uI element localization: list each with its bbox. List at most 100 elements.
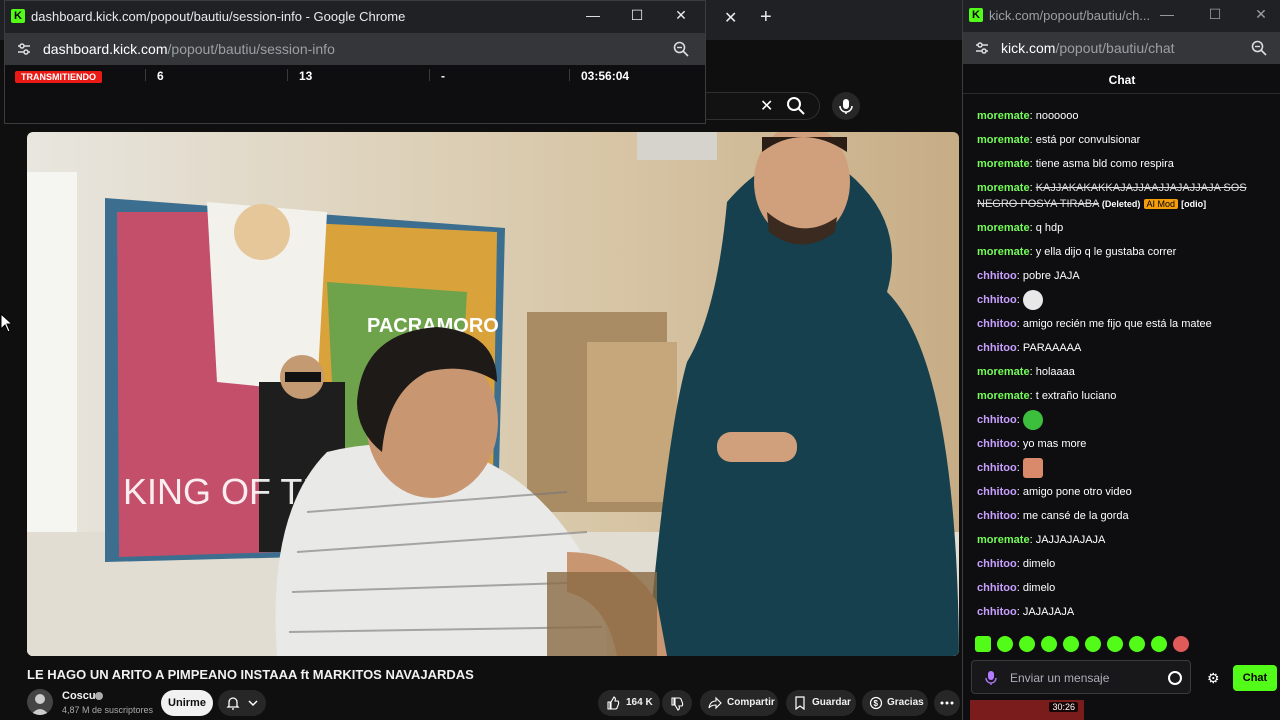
dislike-button[interactable] xyxy=(662,690,692,716)
close-icon[interactable]: ✕ xyxy=(1251,6,1271,26)
save-label: Guardar xyxy=(812,697,851,708)
notifications-button[interactable] xyxy=(218,690,266,716)
share-button[interactable]: Compartir xyxy=(700,690,778,716)
verified-icon xyxy=(95,692,103,700)
like-button[interactable]: 164 K xyxy=(598,690,660,716)
emote-icon[interactable] xyxy=(1129,636,1145,652)
zoom-icon[interactable] xyxy=(1251,40,1267,56)
new-tab-icon[interactable]: + xyxy=(760,6,776,30)
emoji-picker-icon[interactable] xyxy=(1168,671,1182,685)
chat-message: moremate: tiene asma bld como respira xyxy=(977,158,1174,170)
chat-username[interactable]: moremate xyxy=(977,246,1030,258)
close-icon[interactable]: ✕ xyxy=(671,7,691,27)
chat-username[interactable]: chhitoo xyxy=(977,486,1017,498)
avatar[interactable] xyxy=(27,689,53,715)
svg-text:$: $ xyxy=(874,699,879,708)
search-icon[interactable] xyxy=(786,96,812,116)
emote-icon[interactable] xyxy=(975,636,991,652)
zoom-icon[interactable] xyxy=(673,41,689,57)
chat-text: está por convulsionar xyxy=(1035,134,1141,146)
chat-message: chhitoo: PARAAAAA xyxy=(977,342,1082,354)
chat-text: yo mas more xyxy=(1022,438,1087,450)
chat-message: moremate: noooooo xyxy=(977,110,1079,122)
chat-settings-icon[interactable]: ⚙ xyxy=(1207,670,1221,686)
chat-message: moremate: y ella dijo q le gustaba corre… xyxy=(977,246,1177,258)
chat-username[interactable]: chhitoo xyxy=(977,414,1017,426)
chat-message: chhitoo: xyxy=(977,410,1267,430)
chat-username[interactable]: chhitoo xyxy=(977,438,1017,450)
channel-name[interactable]: Coscu xyxy=(62,690,96,702)
more-actions-button[interactable] xyxy=(934,690,960,716)
chat-message: moremate: JAJJAJAJAJA xyxy=(977,534,1106,546)
ai-mod-badge: AI Mod xyxy=(1143,199,1179,209)
emote-icon[interactable] xyxy=(1041,636,1057,652)
chat-text: noooooo xyxy=(1035,110,1079,122)
share-icon xyxy=(708,696,722,710)
chat-username[interactable]: moremate xyxy=(977,390,1030,402)
chat-message: chhitoo: xyxy=(977,458,1267,478)
send-chat-button[interactable]: Chat xyxy=(1233,665,1277,691)
chat-username[interactable]: chhitoo xyxy=(977,342,1017,354)
next-video-thumbnail[interactable]: 30:26 xyxy=(970,700,1084,720)
chat-message-input[interactable]: Enviar un mensaje xyxy=(971,660,1191,694)
emote-icon[interactable] xyxy=(1173,636,1189,652)
chat-username[interactable]: chhitoo xyxy=(977,462,1017,474)
stream-duration: 03:56:04 xyxy=(581,69,630,83)
chat-message-list[interactable]: moremate: noooooo moremate: está por con… xyxy=(977,96,1267,630)
chat-header: Chat xyxy=(963,64,1280,94)
chat-message: moremate: holaaaa xyxy=(977,366,1075,378)
chat-username[interactable]: moremate xyxy=(977,366,1030,378)
chat-text: JAJJAJAJAJA xyxy=(1035,534,1106,546)
video-duration: 30:26 xyxy=(1049,702,1078,712)
chat-username[interactable]: moremate xyxy=(977,110,1030,122)
address-bar[interactable]: dashboard.kick.com/popout/bautiu/session… xyxy=(5,33,705,65)
chat-text: me cansé de la gorda xyxy=(1022,510,1129,522)
clear-search-icon[interactable]: ✕ xyxy=(760,96,773,116)
chat-username[interactable]: chhitoo xyxy=(977,270,1017,282)
join-button[interactable]: Unirme xyxy=(161,690,213,716)
emote-icon[interactable] xyxy=(1107,636,1123,652)
url-text[interactable]: kick.com/popout/bautiu/chat xyxy=(1001,40,1175,56)
chat-message: moremate: está por convulsionar xyxy=(977,134,1141,146)
emote-icon[interactable] xyxy=(1085,636,1101,652)
chat-username[interactable]: moremate xyxy=(977,534,1030,546)
chat-username[interactable]: moremate xyxy=(977,158,1030,170)
chat-username[interactable]: moremate xyxy=(977,222,1030,234)
odio-tag: [odio] xyxy=(1181,199,1207,209)
chat-username[interactable]: chhitoo xyxy=(977,606,1017,618)
chat-username[interactable]: chhitoo xyxy=(977,510,1017,522)
chat-username[interactable]: chhitoo xyxy=(977,558,1017,570)
address-bar[interactable]: kick.com/popout/bautiu/chat xyxy=(963,32,1280,64)
column-divider xyxy=(569,69,570,81)
chat-username[interactable]: moremate xyxy=(977,182,1030,194)
window-titlebar: K dashboard.kick.com/popout/bautiu/sessi… xyxy=(5,1,705,33)
maximize-icon[interactable]: ☐ xyxy=(1205,6,1225,26)
chat-username[interactable]: moremate xyxy=(977,134,1030,146)
chat-username[interactable]: chhitoo xyxy=(977,294,1017,306)
session-info-window: K dashboard.kick.com/popout/bautiu/sessi… xyxy=(4,0,706,124)
maximize-icon[interactable]: ☐ xyxy=(627,7,647,27)
microphone-icon[interactable] xyxy=(984,670,998,686)
site-settings-icon[interactable] xyxy=(975,41,989,55)
minimize-icon[interactable]: — xyxy=(583,7,603,27)
emote-bar[interactable] xyxy=(975,636,1275,656)
emote-icon[interactable] xyxy=(1151,636,1167,652)
video-player[interactable]: PACRAMORO KING OF THE xyxy=(27,132,959,656)
emote-icon[interactable] xyxy=(1019,636,1035,652)
chat-message: chhitoo: dimelo xyxy=(977,558,1056,570)
site-settings-icon[interactable] xyxy=(17,42,31,56)
chat-message: chhitoo: me cansé de la gorda xyxy=(977,510,1129,522)
chat-username[interactable]: chhitoo xyxy=(977,318,1017,330)
save-button[interactable]: Guardar xyxy=(786,690,856,716)
chat-username[interactable]: chhitoo xyxy=(977,582,1017,594)
thanks-button[interactable]: $ Gracias xyxy=(862,690,928,716)
chat-message: chhitoo: JAJAJAJA xyxy=(977,606,1075,618)
emote-icon[interactable] xyxy=(997,636,1013,652)
minimize-icon[interactable]: — xyxy=(1157,6,1177,26)
close-tab-icon[interactable]: ✕ xyxy=(724,8,740,30)
emote-icon[interactable] xyxy=(1063,636,1079,652)
voice-search-icon[interactable] xyxy=(832,92,860,120)
url-text[interactable]: dashboard.kick.com/popout/bautiu/session… xyxy=(43,41,335,57)
live-status-badge: TRANSMITIENDO xyxy=(15,71,102,83)
chat-text: q hdp xyxy=(1035,222,1064,234)
